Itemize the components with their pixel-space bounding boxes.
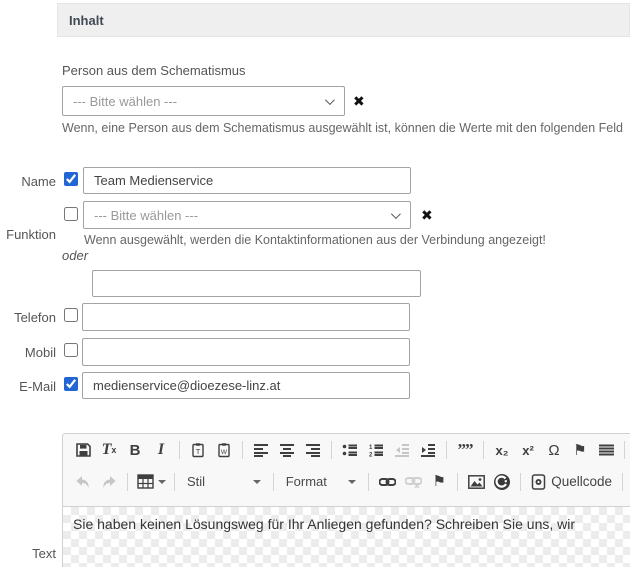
toolbar-separator xyxy=(368,473,369,491)
name-input[interactable] xyxy=(83,167,411,194)
mobil-checkbox[interactable] xyxy=(64,343,78,357)
schematismus-help-text: Wenn, eine Person aus dem Schematismus a… xyxy=(62,121,623,135)
outdent-icon xyxy=(390,438,414,462)
toolbar-separator xyxy=(331,441,332,459)
funktion-clear-button[interactable]: ✖ xyxy=(421,208,433,222)
media-library-icon[interactable] xyxy=(490,470,514,494)
paste-from-word-icon[interactable]: W xyxy=(212,438,236,462)
source-code-button[interactable]: Quellcode xyxy=(527,470,616,494)
section-title: Inhalt xyxy=(58,13,104,28)
schematismus-select-value: --- Bitte wählen --- xyxy=(73,94,177,109)
funktion-help-text: Wenn ausgewählt, werden die Kontaktinfor… xyxy=(84,233,546,247)
funktion-select[interactable]: --- Bitte wählen --- xyxy=(83,201,411,229)
toolbar-separator xyxy=(622,473,623,491)
funktion-label: Funktion xyxy=(0,227,56,242)
funktion-select-value: --- Bitte wählen --- xyxy=(94,208,198,223)
email-input[interactable] xyxy=(82,372,410,399)
editor-toolbar-row1: Tx B I T W xyxy=(63,434,630,466)
superscript-icon[interactable]: x² xyxy=(516,438,540,462)
bold-icon[interactable]: B xyxy=(123,438,147,462)
blockquote-icon[interactable]: ”” xyxy=(453,438,477,462)
chevron-down-icon xyxy=(158,480,166,484)
content-form-page: Inhalt Person aus dem Schematismus --- B… xyxy=(0,0,630,567)
redo-icon xyxy=(97,470,121,494)
toolbar-separator xyxy=(624,441,625,459)
name-checkbox[interactable] xyxy=(64,172,78,186)
style-dropdown[interactable]: Stil xyxy=(181,470,267,494)
mobil-input[interactable] xyxy=(82,338,410,366)
align-left-icon[interactable] xyxy=(249,438,273,462)
italic-icon[interactable]: I xyxy=(149,438,173,462)
chevron-down-icon xyxy=(391,209,401,219)
funktion-text-input[interactable] xyxy=(92,270,421,297)
image-icon[interactable] xyxy=(464,470,488,494)
telefon-label: Telefon xyxy=(0,310,56,325)
text-label: Text xyxy=(0,546,56,561)
horizontal-rule-icon[interactable] xyxy=(594,438,618,462)
bullet-list-icon[interactable] xyxy=(338,438,362,462)
svg-text:2: 2 xyxy=(369,453,373,458)
align-right-icon[interactable] xyxy=(301,438,325,462)
toolbar-separator xyxy=(127,473,128,491)
email-label: E-Mail xyxy=(0,379,56,394)
subscript-icon[interactable]: x₂ xyxy=(490,438,514,462)
remove-format-icon[interactable]: Tx xyxy=(97,438,121,462)
numbered-list-icon[interactable]: 12 xyxy=(364,438,388,462)
anchor-flag-icon[interactable]: ⚑ xyxy=(427,470,451,494)
schematismus-select[interactable]: --- Bitte wählen --- xyxy=(62,86,345,116)
toolbar-separator xyxy=(179,441,180,459)
toolbar-separator xyxy=(242,441,243,459)
unlink-icon xyxy=(401,470,425,494)
toolbar-separator xyxy=(457,473,458,491)
source-code-icon xyxy=(531,474,546,490)
mobil-label: Mobil xyxy=(0,345,56,360)
toolbar-separator xyxy=(483,441,484,459)
link-icon[interactable] xyxy=(375,470,399,494)
name-label: Name xyxy=(0,174,56,189)
flag-icon[interactable]: ⚑ xyxy=(568,438,592,462)
chevron-down-icon xyxy=(253,480,261,484)
editor-content-area[interactable]: Sie haben keinen Lösungsweg für Ihr Anli… xyxy=(63,506,630,567)
paste-as-text-icon[interactable]: T xyxy=(186,438,210,462)
special-character-icon[interactable]: Ω xyxy=(542,438,566,462)
align-center-icon[interactable] xyxy=(275,438,299,462)
chevron-down-icon xyxy=(348,480,356,484)
editor-text: Sie haben keinen Lösungsweg für Ihr Anli… xyxy=(73,516,575,532)
oder-label: oder xyxy=(62,248,88,263)
section-header: Inhalt xyxy=(57,3,630,37)
toolbar-separator xyxy=(174,473,175,491)
toolbar-separator xyxy=(446,441,447,459)
svg-text:T: T xyxy=(196,447,201,456)
telefon-checkbox[interactable] xyxy=(64,308,78,322)
save-icon[interactable] xyxy=(71,438,95,462)
telefon-input[interactable] xyxy=(82,303,410,331)
table-icon[interactable] xyxy=(134,470,168,494)
funktion-checkbox[interactable] xyxy=(64,207,78,221)
toolbar-separator xyxy=(520,473,521,491)
schematismus-clear-button[interactable]: ✖ xyxy=(353,94,365,108)
svg-text:1: 1 xyxy=(369,445,373,451)
format-dropdown[interactable]: Format xyxy=(280,470,363,494)
toolbar-separator xyxy=(273,473,274,491)
email-checkbox[interactable] xyxy=(64,377,78,391)
indent-icon[interactable] xyxy=(416,438,440,462)
svg-text:W: W xyxy=(221,449,228,456)
editor-toolbar-row2: Stil Format ⚑ xyxy=(63,466,630,497)
undo-icon xyxy=(71,470,95,494)
schematismus-label: Person aus dem Schematismus xyxy=(62,63,246,78)
richtext-editor: Tx B I T W xyxy=(62,433,630,567)
chevron-down-icon xyxy=(325,95,335,105)
